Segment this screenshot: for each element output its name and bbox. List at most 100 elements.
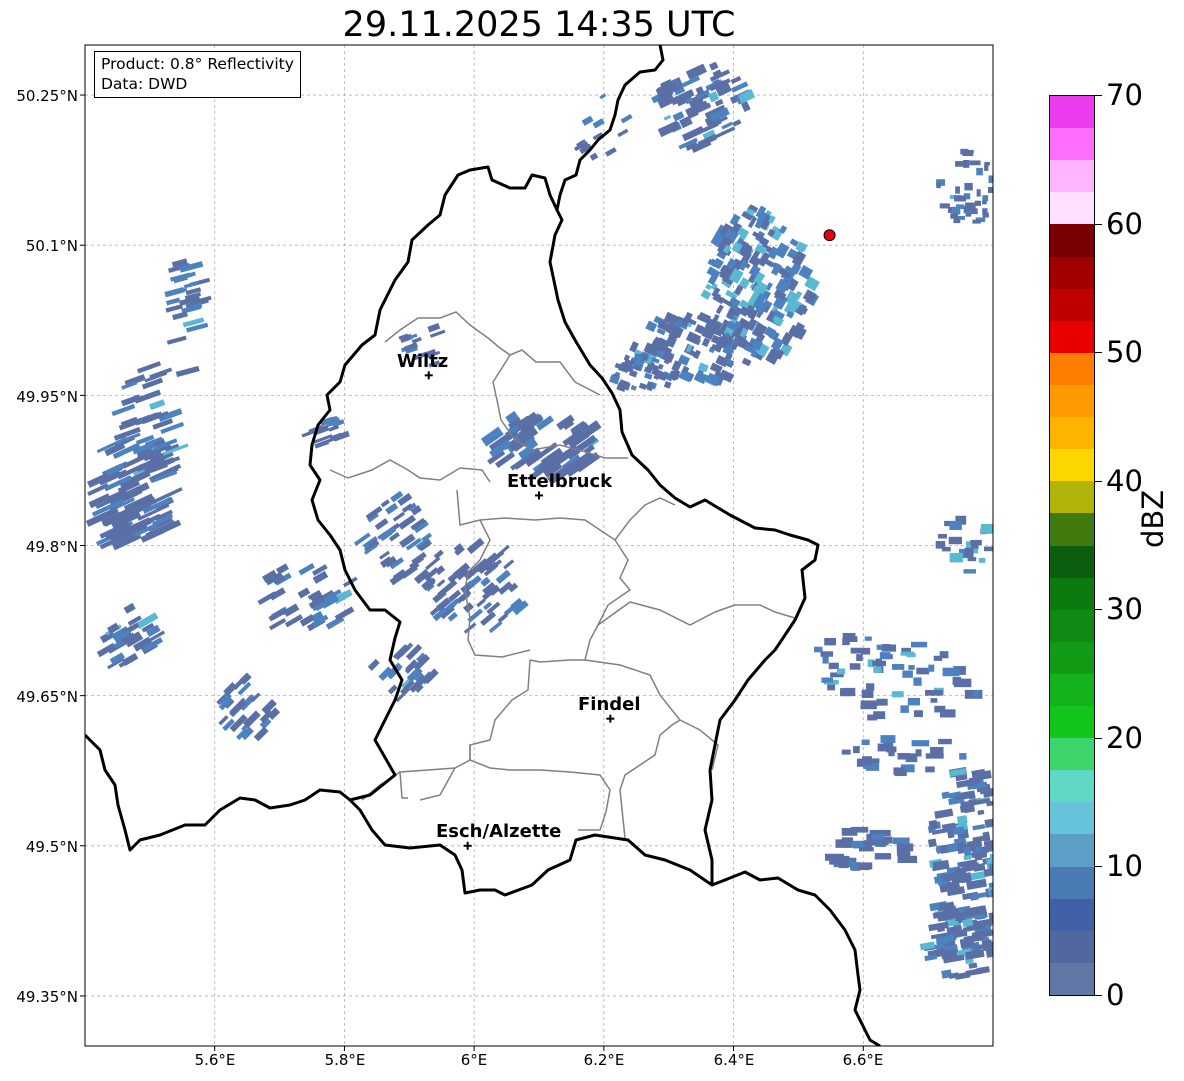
colorbar-tick-label: 0 xyxy=(1106,978,1125,1012)
echo-cell xyxy=(988,175,993,184)
echo-cell xyxy=(983,546,993,552)
echo-cell xyxy=(936,182,941,189)
colorbar-tick-mark xyxy=(1095,480,1102,482)
echo-cell xyxy=(861,739,870,746)
echo-cell xyxy=(993,182,1002,187)
city-label-ettelbruck: Ettelbruck xyxy=(507,471,613,492)
echo-cell xyxy=(896,851,911,857)
echo-cell xyxy=(976,189,981,197)
lon-label: 6.2°E xyxy=(583,1051,625,1069)
echo-cell xyxy=(882,643,891,650)
colorbar-segment xyxy=(1050,127,1094,161)
echo-cell xyxy=(964,182,973,191)
echo-cell xyxy=(956,815,968,825)
radar-site-layer xyxy=(823,229,836,242)
colorbar-segment xyxy=(1050,320,1094,353)
colorbar-segment xyxy=(1050,577,1094,610)
echo-cell xyxy=(829,856,850,865)
echo-cell xyxy=(948,536,962,545)
echo-cell xyxy=(969,160,981,166)
echo-cell xyxy=(971,540,979,549)
colorbar-segment xyxy=(1050,223,1094,257)
city-label-esch-alzette: Esch/Alzette xyxy=(436,821,562,842)
echo-cell xyxy=(874,853,892,860)
echo-cell xyxy=(949,520,962,530)
echo-cell xyxy=(916,667,930,675)
echo-cell xyxy=(959,753,967,760)
echo-cell xyxy=(972,219,981,224)
echo-cell xyxy=(896,843,914,852)
echo-cell xyxy=(836,668,846,675)
echo-cell xyxy=(841,749,851,755)
colorbar-segment xyxy=(1050,288,1094,321)
echo-cell xyxy=(911,740,930,747)
echo-cell xyxy=(866,683,875,691)
echo-cell xyxy=(902,670,913,678)
colorbar-segment xyxy=(1050,256,1094,289)
echo-cell xyxy=(853,746,860,754)
echo-cell xyxy=(822,655,829,664)
echo-cell xyxy=(910,641,928,648)
lat-label: 49.95°N xyxy=(16,388,78,406)
echo-cell xyxy=(957,215,966,220)
echo-cell xyxy=(947,206,953,213)
lat-label: 49.35°N xyxy=(16,988,78,1006)
echo-cell xyxy=(897,752,910,760)
echo-cell xyxy=(842,632,856,640)
echo-cell xyxy=(955,186,960,194)
echo-cell xyxy=(861,689,874,699)
colorbar-segment xyxy=(1050,962,1094,995)
lon-label: 5.6°E xyxy=(194,1051,236,1069)
lon-label: 5.8°E xyxy=(324,1051,366,1069)
echo-cell xyxy=(982,212,989,218)
echo-cell xyxy=(949,552,964,563)
echo-cell xyxy=(941,791,951,800)
colorbar-segment xyxy=(1050,641,1094,674)
echo-cell xyxy=(963,206,976,212)
echo-cell xyxy=(893,767,905,775)
colorbar-segment xyxy=(1050,448,1094,482)
echo-cell xyxy=(871,834,885,840)
lon-label: 6.6°E xyxy=(842,1051,884,1069)
colorbar-tick-label: 60 xyxy=(1106,206,1143,241)
colorbar-tick-label: 30 xyxy=(1106,592,1143,627)
colorbar-segment xyxy=(1050,352,1094,385)
lat-label: 49.5°N xyxy=(25,838,78,856)
colorbar-segment xyxy=(1050,609,1094,642)
echo-cell xyxy=(980,523,993,534)
lat-label: 50.1°N xyxy=(25,237,78,255)
echo-cell xyxy=(892,837,910,845)
colorbar-tick-mark xyxy=(1095,737,1102,739)
echo-cell xyxy=(982,195,989,202)
map-frame xyxy=(85,45,993,1046)
lat-label: 50.25°N xyxy=(16,87,78,105)
echo-cell xyxy=(938,738,952,745)
colorbar-tick-label: 10 xyxy=(1106,849,1143,884)
radar-site-marker xyxy=(823,229,836,242)
colorbar-segment xyxy=(1050,769,1094,803)
colorbar-segment xyxy=(1050,480,1094,514)
colorbar-segment xyxy=(1050,866,1094,899)
echo-cell xyxy=(858,847,874,852)
echo-cell xyxy=(841,827,858,836)
info-product: Product: 0.8° Reflectivity xyxy=(101,55,294,73)
echo-cell xyxy=(824,638,836,646)
echo-cell xyxy=(963,569,976,574)
colorbar-tick-label: 20 xyxy=(1106,720,1143,755)
echo-cell xyxy=(955,161,967,167)
echo-cell xyxy=(964,547,974,558)
echo-cell xyxy=(850,647,863,654)
colorbar xyxy=(1049,95,1095,996)
echo-cell xyxy=(927,838,937,848)
echo-cell xyxy=(828,662,839,670)
echo-cell xyxy=(880,735,896,743)
echo-cell xyxy=(984,164,989,171)
echo-cell xyxy=(827,683,836,691)
echo-cell xyxy=(934,705,946,713)
echo-cell xyxy=(952,676,962,685)
echo-cell xyxy=(930,746,944,756)
colorbar-segment xyxy=(1050,705,1094,739)
colorbar-tick-label: 70 xyxy=(1106,78,1143,112)
echo-cell xyxy=(862,756,872,765)
map-title: 29.11.2025 14:35 UTC xyxy=(342,5,736,45)
